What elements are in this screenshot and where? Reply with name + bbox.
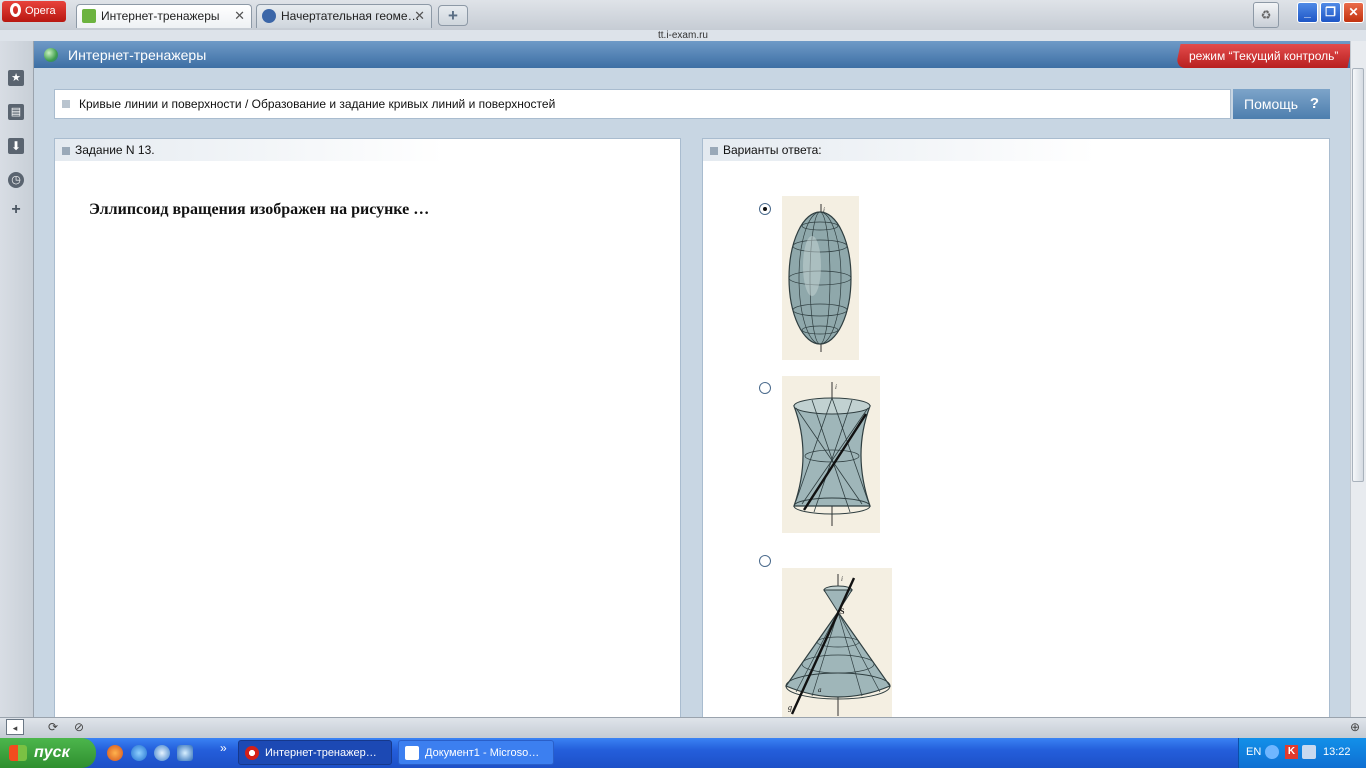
breadcrumb-text: Кривые линии и поверхности / Образование… <box>79 97 556 111</box>
question-icon: ? <box>1309 95 1319 112</box>
address-bar[interactable]: tt.i-exam.ru <box>0 30 1366 41</box>
tray-arrow-icon[interactable] <box>1265 745 1279 759</box>
trash-icon[interactable]: ♻ <box>1253 2 1279 28</box>
downloads-icon[interactable]: ⬇ <box>8 138 24 154</box>
tab-label: Интернет-тренажеры <box>101 9 220 23</box>
new-tab-button[interactable]: + <box>438 5 468 26</box>
tab-label: Начертательная геоме… <box>281 9 420 23</box>
ellipsoid-figure: i <box>788 204 852 352</box>
answer-radio-1[interactable] <box>759 203 771 215</box>
close-tab-icon[interactable]: ✕ <box>414 5 425 27</box>
app-header <box>34 41 1350 68</box>
restore-button[interactable]: ❐ <box>1320 2 1341 23</box>
antivirus-icon[interactable]: K <box>1285 745 1298 759</box>
taskbar-item-opera[interactable]: Интернет-тренажер… <box>238 740 392 765</box>
scrollbar-thumb[interactable] <box>1352 68 1364 482</box>
windows-flag-icon <box>9 745 27 761</box>
opera-icon <box>245 746 259 760</box>
task-header: Задание N 13. <box>55 139 445 161</box>
more-quicklaunch-icon[interactable]: » <box>220 741 227 755</box>
media-player-icon[interactable] <box>154 745 170 761</box>
close-tab-icon[interactable]: ✕ <box>234 5 245 27</box>
zoom-icon[interactable]: ⊕ <box>1346 719 1364 735</box>
taskbar-item-word[interactable]: Документ1 - Microso… <box>398 740 554 765</box>
network-icon[interactable] <box>1302 745 1316 759</box>
question-text: Эллипсоид вращения изображен на рисунке … <box>89 201 430 218</box>
word-icon <box>405 746 419 760</box>
start-button[interactable]: пуск <box>0 738 96 768</box>
apex-label: S <box>840 607 845 616</box>
help-button[interactable]: Помощь? <box>1233 89 1330 119</box>
answer-image-ellipsoid[interactable]: i <box>782 196 859 360</box>
opera-menu-button[interactable]: Opera <box>2 1 66 22</box>
desktop-icon[interactable] <box>177 745 193 761</box>
sync-icon[interactable]: ⟳ <box>44 719 62 735</box>
hyperboloid-figure: i <box>793 382 871 526</box>
notes-icon[interactable]: ▤ <box>8 104 24 120</box>
opera-logo-icon <box>10 3 21 17</box>
task-panel <box>54 138 681 718</box>
tab-internet-trainers[interactable]: Интернет-тренажеры ✕ <box>76 4 252 28</box>
tab-descriptive-geometry[interactable]: Начертательная геоме… ✕ <box>256 4 432 28</box>
minimize-button[interactable]: _ <box>1297 2 1318 23</box>
curve-label: a <box>818 686 822 694</box>
mode-badge: режим “Текущий контроль” <box>1175 44 1353 68</box>
add-panel-icon[interactable]: + <box>8 202 24 218</box>
browser-status-bar <box>0 717 1366 739</box>
cone-figure: i S g a <box>785 574 891 716</box>
turbo-icon[interactable]: ⊘ <box>70 719 88 735</box>
app-title: Интернет-тренажеры <box>68 47 207 63</box>
page-favicon-icon <box>262 9 276 23</box>
answer-image-cone[interactable]: i S g a <box>782 568 892 717</box>
internet-explorer-icon[interactable] <box>131 745 147 761</box>
language-indicator[interactable]: EN <box>1246 746 1261 758</box>
answer-radio-2[interactable] <box>759 382 771 394</box>
history-icon[interactable]: ◷ <box>8 172 24 188</box>
toggle-panel-icon[interactable]: ◂ <box>6 719 24 735</box>
trainer-favicon-icon <box>82 9 96 23</box>
generatrix-label: g <box>788 703 792 712</box>
axis-label: i <box>841 575 843 583</box>
answer-radio-3[interactable] <box>759 555 771 567</box>
firefox-icon[interactable] <box>107 745 123 761</box>
taskbar <box>0 738 1366 768</box>
globe-icon <box>44 48 58 62</box>
bullet-icon <box>62 100 70 108</box>
answer-image-hyperboloid[interactable]: i <box>782 376 880 533</box>
bookmarks-icon[interactable]: ★ <box>8 70 24 86</box>
clock: 13:22 <box>1323 746 1351 758</box>
answers-header: Варианты ответа: <box>703 139 1096 161</box>
axis-label: i <box>835 383 837 391</box>
close-window-button[interactable]: ✕ <box>1343 2 1364 23</box>
